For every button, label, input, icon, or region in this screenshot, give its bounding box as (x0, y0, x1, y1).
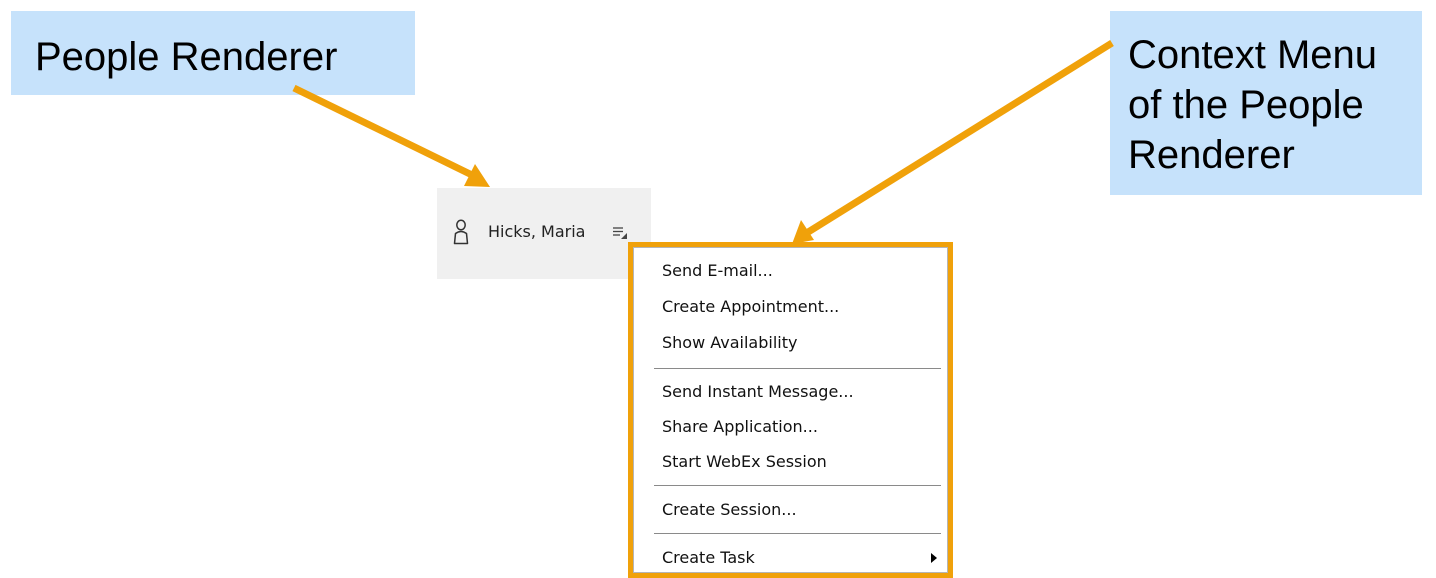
menu-separator (654, 368, 941, 370)
menu-item-label: Send Instant Message... (662, 382, 854, 401)
person-name[interactable]: Hicks, Maria (488, 222, 585, 242)
menu-separator (654, 485, 941, 487)
menu-item-create-session[interactable]: Create Session... (634, 493, 947, 527)
context-menu: Send E-mail... Create Appointment... Sho… (628, 242, 953, 578)
context-menu-callout-line-1: Context Menu (1128, 33, 1378, 77)
submenu-arrow-icon (931, 553, 937, 563)
menu-item-send-instant-message[interactable]: Send Instant Message... (634, 375, 947, 409)
context-menu-icon[interactable] (612, 225, 628, 239)
menu-item-start-webex-session[interactable]: Start WebEx Session (634, 445, 947, 479)
menu-item-label: Send E-mail... (662, 261, 773, 280)
context-menu-callout: Context Menu of the People Renderer (1110, 11, 1422, 195)
menu-item-share-application[interactable]: Share Application... (634, 410, 947, 444)
person-icon (453, 219, 469, 245)
menu-item-label: Create Appointment... (662, 297, 840, 316)
people-renderer[interactable]: Hicks, Maria (437, 188, 651, 279)
menu-item-show-availability[interactable]: Show Availability (634, 326, 947, 360)
menu-item-label: Share Application... (662, 417, 818, 436)
menu-item-label: Start WebEx Session (662, 452, 827, 471)
menu-item-create-appointment[interactable]: Create Appointment... (634, 290, 947, 324)
menu-item-label: Show Availability (662, 333, 798, 352)
context-menu-callout-line-2: of the People (1128, 83, 1364, 127)
menu-separator (654, 533, 941, 535)
context-menu-arrow (792, 40, 1114, 244)
menu-item-label: Create Task (662, 548, 755, 567)
context-menu-callout-line-3: Renderer (1128, 133, 1295, 177)
people-renderer-callout-text: People Renderer (35, 35, 338, 79)
people-renderer-arrow (292, 84, 490, 187)
menu-item-label: Create Session... (662, 500, 797, 519)
context-menu-panel: Send E-mail... Create Appointment... Sho… (633, 247, 948, 573)
menu-item-send-email[interactable]: Send E-mail... (634, 254, 947, 288)
people-renderer-callout: People Renderer (11, 11, 415, 95)
menu-item-create-task[interactable]: Create Task (634, 541, 947, 575)
